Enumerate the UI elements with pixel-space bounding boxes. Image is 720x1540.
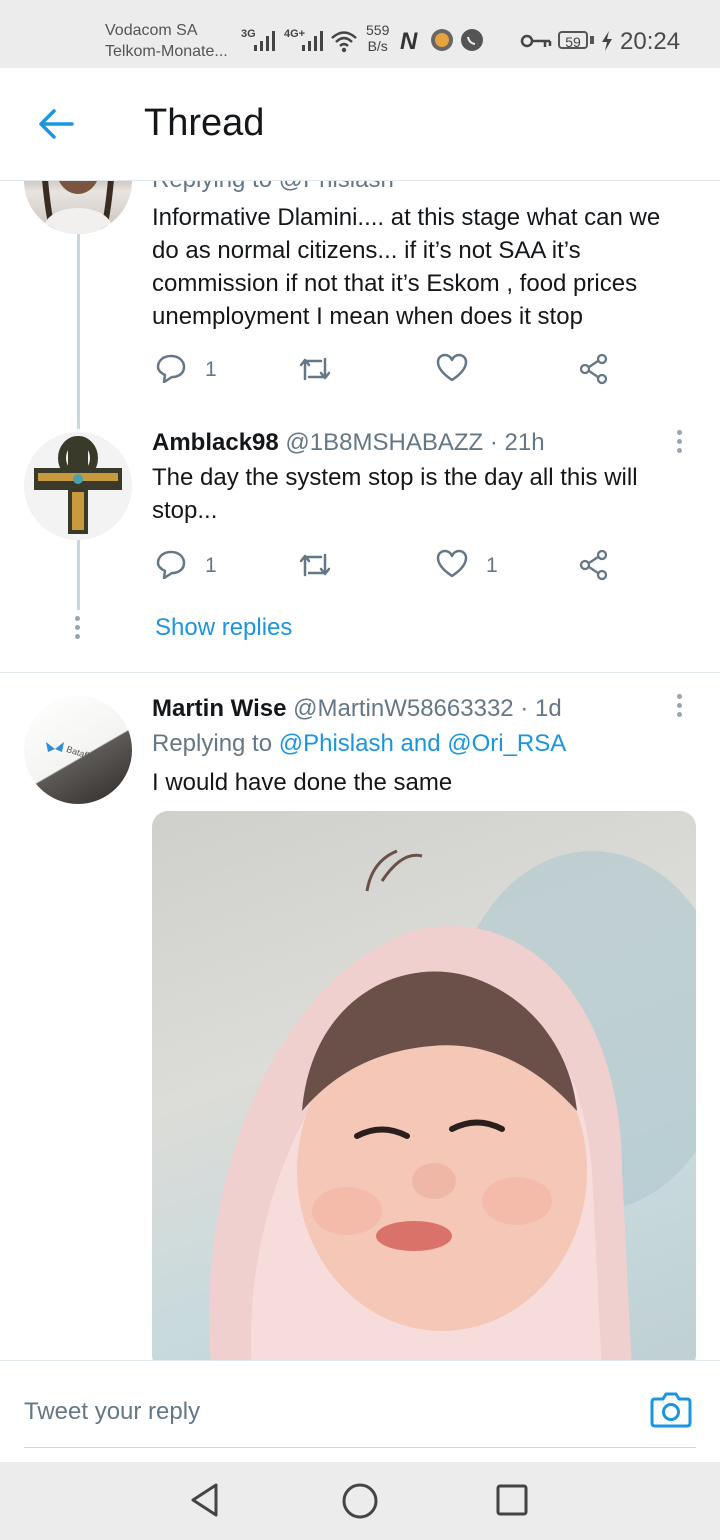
- whatsapp-icon: [461, 29, 483, 51]
- thread-continuation-dots: [75, 616, 80, 643]
- nav-back-icon[interactable]: [188, 1482, 222, 1518]
- divider: [0, 672, 720, 673]
- tweet-3-header: Martin Wise @MartinW58663332 · 1d: [152, 692, 562, 725]
- reply-underline: [24, 1447, 696, 1448]
- avatar[interactable]: Batafly: [24, 696, 132, 804]
- thread-line: [77, 234, 80, 429]
- like-icon[interactable]: [436, 353, 468, 383]
- more-icon[interactable]: [677, 430, 682, 457]
- tweet-1-text: Informative Dlamini.... at this stage wh…: [152, 204, 661, 330]
- signal-icon-2: [302, 31, 323, 51]
- tweet-time: · 1d: [520, 695, 562, 722]
- wifi-icon: [331, 31, 357, 53]
- page-title: Thread: [144, 102, 265, 144]
- tweet-author-name[interactable]: Martin Wise: [152, 695, 286, 722]
- like-count: 1: [486, 554, 498, 577]
- nfc-icon: N: [400, 28, 418, 55]
- avatar[interactable]: [24, 181, 132, 234]
- thread-line: [77, 540, 80, 610]
- tweet-media-image[interactable]: [152, 811, 696, 1371]
- clock: 20:24: [620, 28, 681, 55]
- avatar-portrait-icon: [42, 181, 114, 234]
- tweet-author-handle[interactable]: @MartinW58663332: [293, 695, 513, 722]
- signal-icon: [254, 31, 275, 51]
- camera-icon[interactable]: [650, 1390, 692, 1428]
- tweet-1-actions: 1: [152, 350, 712, 390]
- replying-to: Replying to @Phislash and @Ori_RSA: [152, 730, 567, 757]
- share-icon[interactable]: [578, 353, 610, 385]
- status-bar: Vodacom SA Telkom-Monate... 3G 4G+ 559 B…: [0, 0, 720, 68]
- tweet-time: · 21h: [489, 429, 545, 456]
- notification-badge-icon: [431, 29, 453, 51]
- tweet-2-text: The day the system stop is the day all t…: [152, 464, 638, 524]
- like-icon[interactable]: [436, 549, 468, 579]
- carrier-1: Vodacom SA: [105, 22, 198, 39]
- reply-count: 1: [205, 358, 217, 381]
- more-icon[interactable]: [677, 694, 682, 721]
- reply-count: 1: [205, 554, 217, 577]
- avatar-caption: Batafly: [65, 743, 95, 763]
- tweet-author-handle[interactable]: @1B8MSHABAZZ: [285, 429, 483, 456]
- tweet-2-actions: 1 1: [152, 546, 712, 586]
- reply-icon[interactable]: [156, 549, 186, 579]
- reply-icon[interactable]: [156, 353, 186, 383]
- avatar-ankh-icon: [34, 436, 122, 534]
- charging-icon: [602, 31, 612, 51]
- thread-header: [0, 68, 720, 181]
- nav-home-icon[interactable]: [341, 1482, 379, 1520]
- carrier-2: Telkom-Monate...: [105, 43, 228, 60]
- key-icon: [520, 34, 552, 48]
- share-icon[interactable]: [578, 549, 610, 581]
- butterfly-icon: [46, 742, 64, 752]
- tweet-3-text: I would have done the same: [152, 769, 453, 796]
- retweet-icon[interactable]: [298, 355, 332, 383]
- tweet-2-header: Amblack98 @1B8MSHABAZZ · 21h: [152, 426, 545, 459]
- mention-link[interactable]: @Phislash: [279, 730, 394, 757]
- retweet-icon[interactable]: [298, 551, 332, 579]
- battery-tip-icon: [590, 36, 594, 44]
- tweet-reply-input[interactable]: Tweet your reply: [24, 1398, 200, 1426]
- mention-link[interactable]: @Ori_RSA: [447, 730, 566, 757]
- avatar[interactable]: [24, 432, 132, 540]
- baby-photo: [208, 849, 696, 1371]
- nav-recents-icon[interactable]: [496, 1484, 528, 1516]
- tweet-author-name[interactable]: Amblack98: [152, 429, 279, 456]
- show-replies-link[interactable]: Show replies: [155, 614, 292, 642]
- tweet-1-replying-partial: Replying to @Phislash: [152, 181, 394, 196]
- back-arrow-icon[interactable]: [38, 108, 74, 140]
- carrier-info: Vodacom SA Telkom-Monate...: [105, 20, 228, 62]
- battery-indicator: 59: [558, 31, 588, 50]
- network-speed: 559 B/s: [366, 22, 390, 54]
